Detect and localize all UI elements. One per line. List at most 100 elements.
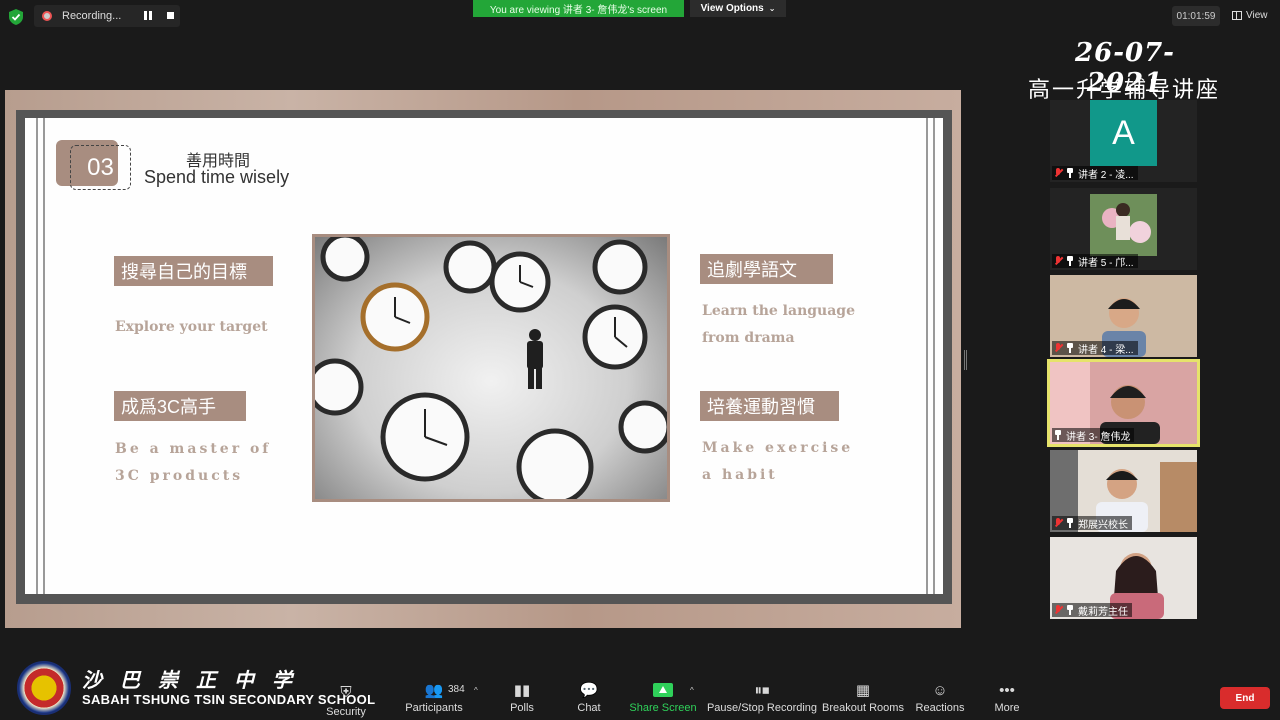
participant-name: 讲者 5 - 邝... [1078, 257, 1134, 269]
participant-name: 讲者 4 - 梁... [1078, 344, 1134, 356]
share-screen-button[interactable]: Share Screen [629, 680, 697, 718]
participant-tile[interactable]: A 讲者 2 - 凌... [1050, 100, 1197, 182]
participant-name-tag: 讲者 3- 詹伟龙 [1052, 428, 1135, 443]
panel-resize-handle[interactable] [964, 350, 967, 370]
reactions-icon: ☺ [932, 681, 948, 699]
desc-learn-language: Learn the language from drama [702, 298, 855, 352]
reactions-button[interactable]: ☺ Reactions [914, 680, 966, 718]
participant-tile-active-speaker[interactable]: 讲者 3- 詹伟龙 [1047, 359, 1200, 447]
security-shield-icon[interactable] [9, 9, 23, 25]
mic-muted-icon [1054, 605, 1063, 615]
participant-tile[interactable]: 戴莉芳主任 [1050, 537, 1197, 619]
view-label: View [1246, 9, 1268, 21]
slide-border-line [43, 118, 45, 594]
view-grid-icon [1232, 10, 1242, 20]
more-label: More [994, 702, 1020, 714]
chat-icon: 💬 [579, 682, 599, 699]
section-number: 03 [70, 145, 131, 190]
pause-stop-icon: ⏸⏹ [754, 681, 770, 699]
tag-3c-master: 成爲3C高手 [114, 391, 246, 421]
desc-line: Make exercise [702, 440, 854, 456]
slide-border-line [36, 118, 38, 594]
participant-name: 郑展兴校长 [1078, 519, 1128, 531]
pin-icon [1066, 518, 1074, 528]
participant-name: 讲者 3- 詹伟龙 [1066, 431, 1131, 443]
security-label: Security [326, 706, 366, 718]
mic-muted-icon [1054, 343, 1063, 353]
recording-indicator: Recording... [34, 5, 180, 27]
chevron-up-icon[interactable]: ^ [474, 686, 478, 695]
viewing-screen-banner: You are viewing 讲者 3- 詹伟龙's screen [473, 0, 684, 17]
pin-icon [1054, 430, 1062, 440]
meeting-timer: 01:01:59 [1172, 6, 1220, 26]
participants-label: Participants [405, 702, 463, 714]
participant-name-tag: 讲者 2 - 凌... [1052, 166, 1138, 181]
participant-name-tag: 郑展兴校长 [1052, 516, 1132, 531]
tag-learn-language: 追劇學語文 [700, 254, 833, 284]
desc-line: a habit [702, 467, 778, 483]
chevron-up-icon[interactable]: ^ [690, 686, 694, 695]
breakout-rooms-label: Breakout Rooms [822, 702, 904, 714]
slide-border-line [926, 118, 928, 594]
more-icon: ••• [999, 681, 1015, 699]
participant-tile[interactable]: 讲者 4 - 梁... [1050, 275, 1197, 357]
tag-exercise-habit: 培養運動習慣 [700, 391, 839, 421]
participant-name-tag: 戴莉芳主任 [1052, 603, 1132, 618]
participant-name-tag: 讲者 5 - 邝... [1052, 254, 1138, 269]
clocks-illustration [315, 237, 667, 499]
pin-icon [1066, 605, 1074, 615]
more-button[interactable]: ••• More [988, 680, 1026, 718]
desc-line: Learn the language [702, 303, 855, 319]
desc-line: Explore your target [115, 319, 268, 335]
pin-icon [1066, 168, 1074, 178]
participant-name-tag: 讲者 4 - 梁... [1052, 341, 1138, 356]
recording-label: Recording... [62, 10, 122, 22]
participant-tile[interactable]: 讲者 5 - 邝... [1050, 188, 1197, 270]
participants-icon: 👥 [424, 682, 444, 699]
chevron-down-icon: ⌄ [768, 4, 776, 13]
avatar: A [1090, 100, 1157, 166]
desc-exercise-habit: Make exercise a habit [702, 435, 853, 489]
school-name-zh: 沙巴崇正中学 [82, 670, 310, 692]
pause-recording-icon[interactable] [142, 11, 154, 21]
desc-line: 3C products [115, 468, 244, 484]
security-button[interactable]: ⛨ Security [324, 682, 368, 720]
slide-border-line [933, 118, 935, 594]
tag-explore-target: 搜尋自己的目標 [114, 256, 273, 286]
participant-count: 384 [448, 684, 465, 695]
pause-stop-recording-button[interactable]: ⏸⏹ Pause/Stop Recording [706, 680, 818, 718]
breakout-rooms-button[interactable]: ▦ Breakout Rooms [822, 680, 904, 718]
security-icon: ⛨ [340, 683, 352, 701]
pin-icon [1066, 343, 1074, 353]
pin-icon [1066, 256, 1074, 266]
share-screen-icon [653, 680, 673, 700]
reactions-label: Reactions [915, 702, 965, 714]
recording-dot-icon [42, 11, 52, 21]
stop-recording-icon[interactable] [165, 11, 177, 21]
chat-button[interactable]: 💬 Chat [572, 680, 606, 718]
view-button[interactable]: View [1232, 6, 1276, 24]
participant-tile[interactable]: 郑展兴校长 [1050, 450, 1197, 532]
clocks-photo [312, 234, 670, 502]
view-options-label: View Options [700, 3, 764, 14]
mic-muted-icon [1054, 168, 1063, 178]
zoom-window: Recording... You are viewing 讲者 3- 詹伟龙's… [0, 0, 1280, 720]
chat-label: Chat [577, 702, 601, 714]
view-options-button[interactable]: View Options ⌄ [690, 0, 786, 17]
desc-line: from drama [702, 330, 795, 346]
desc-explore-target: Explore your target [115, 314, 268, 341]
pause-stop-recording-label: Pause/Stop Recording [706, 702, 818, 714]
desc-line: Be a master of [115, 441, 272, 457]
polls-label: Polls [510, 702, 534, 714]
share-screen-label: Share Screen [629, 702, 697, 714]
participant-name: 讲者 2 - 凌... [1078, 169, 1134, 181]
school-emblem-icon [17, 661, 71, 715]
participant-name: 戴莉芳主任 [1078, 606, 1128, 618]
breakout-rooms-icon: ▦ [855, 682, 871, 699]
mic-muted-icon [1054, 518, 1063, 528]
section-title-en: Spend time wisely [144, 167, 290, 187]
end-meeting-button[interactable]: End [1220, 687, 1270, 709]
polls-button[interactable]: ▮▮ Polls [506, 680, 538, 718]
polls-icon: ▮▮ [513, 682, 531, 699]
mic-muted-icon [1054, 256, 1063, 266]
